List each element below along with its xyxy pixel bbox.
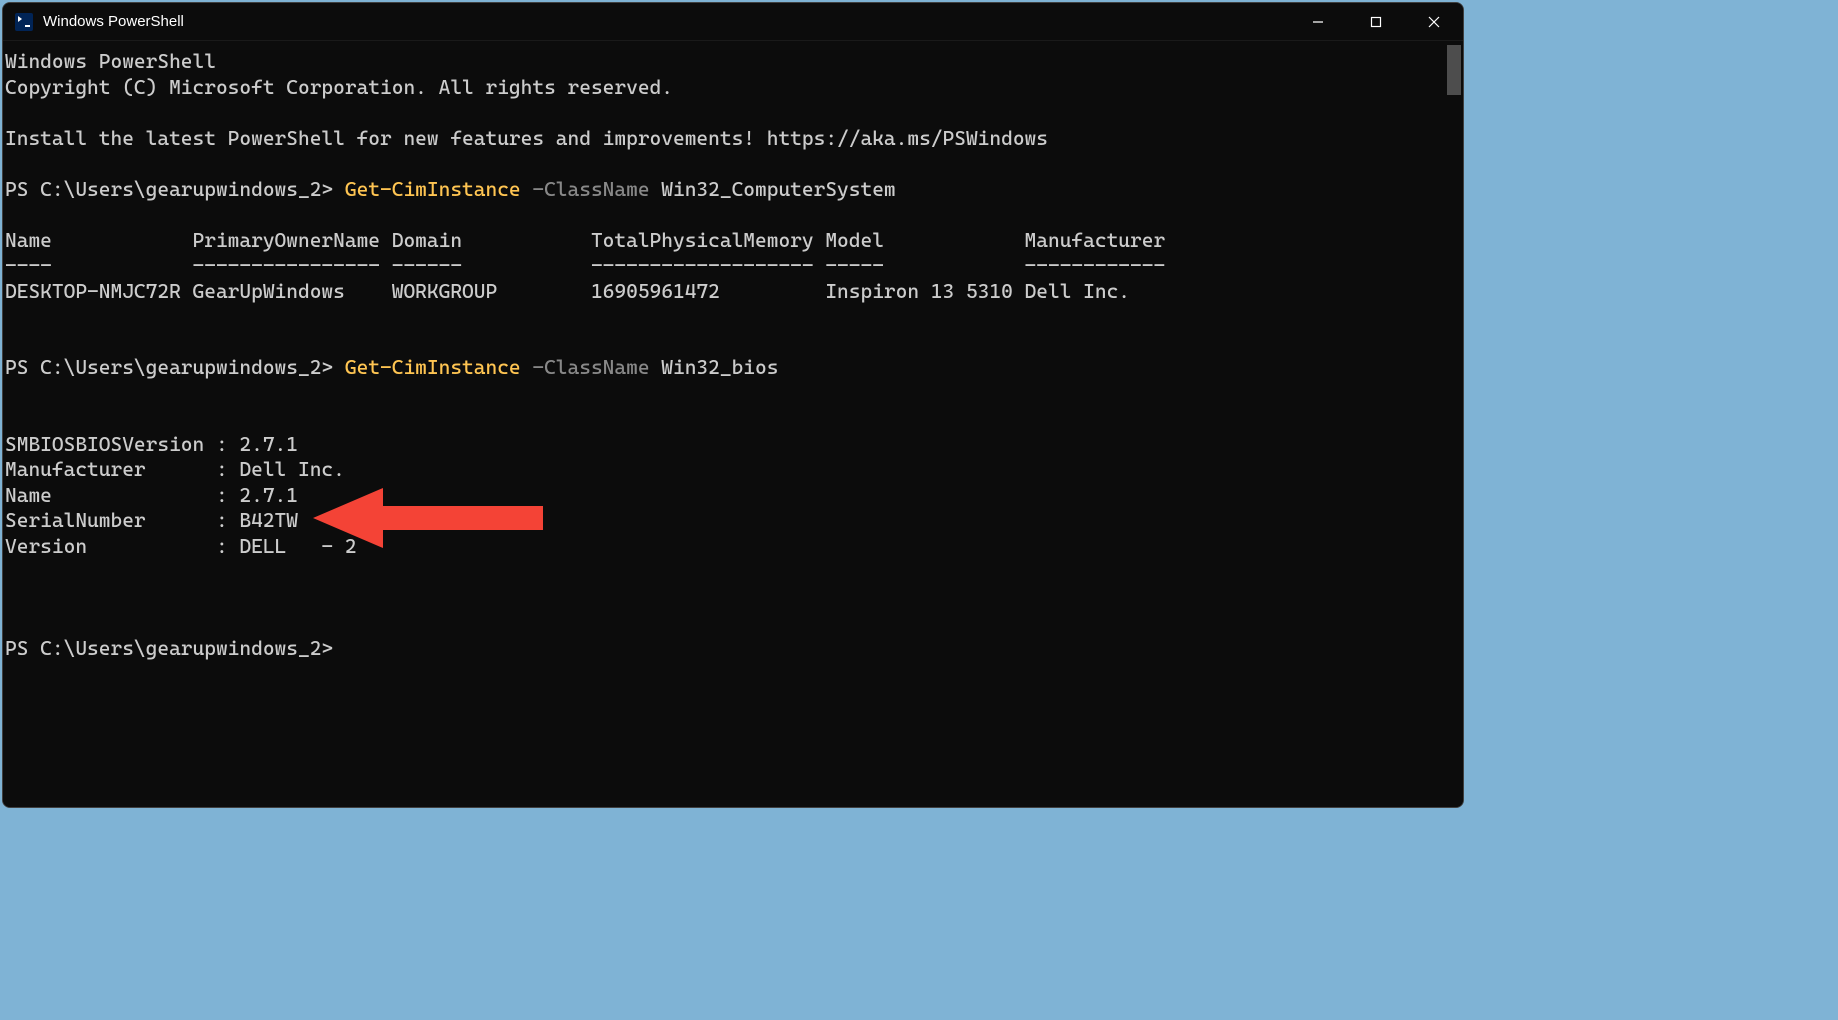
titlebar[interactable]: Windows PowerShell	[3, 3, 1463, 41]
arg-1: Win32_ComputerSystem	[650, 177, 896, 201]
param-1: -ClassName	[521, 177, 650, 201]
bios-l2: Manufacturer : Dell Inc.	[5, 457, 345, 481]
bios-l3: Name : 2.7.1	[5, 483, 298, 507]
cmdlet-2: Get-CimInstance	[345, 355, 521, 379]
cmdlet-1: Get-CimInstance	[345, 177, 521, 201]
table1-row: DESKTOP-NMJC72R GearUpWindows WORKGROUP …	[5, 279, 1130, 303]
maximize-icon	[1370, 16, 1382, 28]
bios-l1: SMBIOSBIOSVersion : 2.7.1	[5, 432, 298, 456]
prompt-1: PS C:\Users\gearupwindows_2>	[5, 177, 345, 201]
bios-l5: Version : DELL - 2	[5, 534, 357, 558]
close-button[interactable]	[1405, 3, 1463, 40]
window-title: Windows PowerShell	[43, 13, 184, 30]
powershell-icon	[15, 13, 33, 31]
param-2: -ClassName	[521, 355, 650, 379]
intro-line1: Windows PowerShell	[5, 49, 216, 73]
minimize-button[interactable]	[1289, 3, 1347, 40]
intro-line3: Install the latest PowerShell for new fe…	[5, 126, 1048, 150]
maximize-button[interactable]	[1347, 3, 1405, 40]
close-icon	[1428, 16, 1440, 28]
table1-separators: ---- ---------------- ------ -----------…	[5, 253, 1165, 277]
arg-2: Win32_bios	[650, 355, 779, 379]
window-controls	[1289, 3, 1463, 40]
table1-headers: Name PrimaryOwnerName Domain TotalPhysic…	[5, 228, 1165, 252]
prompt-3: PS C:\Users\gearupwindows_2>	[5, 636, 333, 660]
titlebar-left: Windows PowerShell	[3, 13, 184, 31]
scrollbar-thumb[interactable]	[1447, 45, 1461, 95]
intro-line2: Copyright (C) Microsoft Corporation. All…	[5, 75, 673, 99]
terminal-output[interactable]: Windows PowerShell Copyright (C) Microso…	[3, 41, 1463, 807]
powershell-window: Windows PowerShell Windows PowerShell Co…	[2, 2, 1464, 808]
bios-l4: SerialNumber : B42TW	[5, 508, 298, 532]
minimize-icon	[1312, 16, 1324, 28]
prompt-2: PS C:\Users\gearupwindows_2>	[5, 355, 345, 379]
